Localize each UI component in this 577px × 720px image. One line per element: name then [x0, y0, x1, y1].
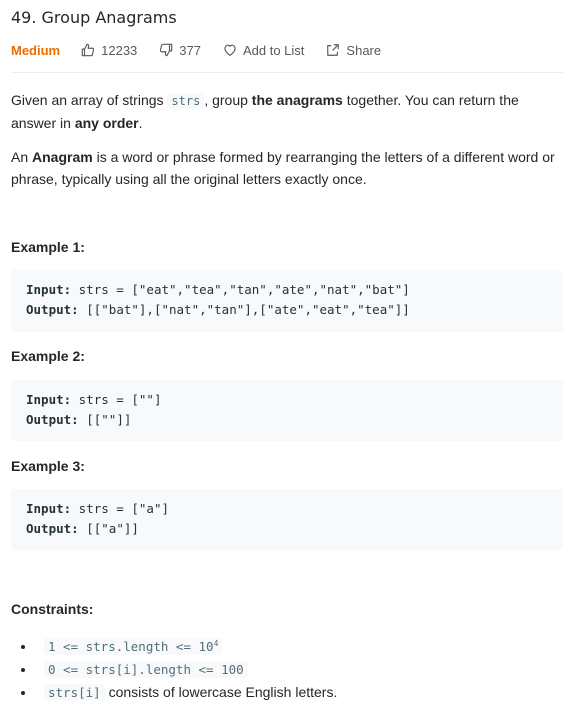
example-output-line: Output: [["bat"],["nat","tan"],["ate","e… — [26, 302, 410, 317]
description-paragraph-1: Given an array of strings strs, group th… — [11, 92, 519, 131]
thumbs-down-icon — [160, 43, 173, 57]
example-output-line: Output: [[""]] — [26, 412, 132, 427]
constraints-list: 1 <= strs.length <= 104 0 <= strs[i].len… — [11, 635, 337, 704]
like-button[interactable]: 12233 — [81, 43, 137, 58]
example-2-block: Input: strs = [""] Output: [[""]] — [11, 380, 563, 441]
dislike-count: 377 — [179, 42, 201, 58]
inline-code: 0 <= strs[i].length <= 100 — [44, 661, 248, 678]
example-input-line: Input: strs = ["a"] — [26, 501, 169, 516]
inline-code: strs[i] — [44, 684, 105, 701]
share-label: Share — [346, 42, 382, 58]
problem-title: 49. Group Anagrams — [11, 8, 177, 27]
share-button[interactable]: Share — [326, 43, 381, 58]
difficulty-badge: Medium — [11, 42, 61, 58]
example-input-line: Input: strs = [""] — [26, 392, 162, 407]
constraint-item: strs[i] consists of lowercase English le… — [36, 681, 337, 704]
example-input-line: Input: strs = ["eat","tea","tan","ate","… — [26, 282, 410, 297]
heart-icon — [224, 44, 236, 56]
thumbs-up-icon — [81, 43, 95, 57]
example-1-block: Input: strs = ["eat","tea","tan","ate","… — [11, 270, 563, 332]
inline-code: strs — [167, 93, 205, 109]
constraint-item: 1 <= strs.length <= 104 — [36, 635, 337, 658]
example-3-block: Input: strs = ["a"] Output: [["a"]] — [11, 489, 563, 550]
add-to-list-button[interactable]: Add to List — [223, 43, 304, 58]
share-icon — [327, 44, 340, 56]
inline-code: 1 <= strs.length <= 104 — [44, 638, 223, 655]
example-3-heading: Example 3: — [11, 458, 85, 474]
add-to-list-label: Add to List — [242, 42, 305, 58]
divider — [11, 72, 563, 73]
example-2-heading: Example 2: — [11, 348, 85, 364]
like-count: 12233 — [101, 42, 138, 58]
constraint-item: 0 <= strs[i].length <= 100 — [36, 658, 337, 681]
problem-meta-bar: Medium 12233 377 Add to List Share — [11, 40, 563, 60]
dislike-button[interactable]: 377 — [159, 43, 201, 58]
example-output-line: Output: [["a"]] — [26, 521, 139, 536]
example-1-heading: Example 1: — [11, 239, 85, 255]
constraints-heading: Constraints: — [11, 601, 94, 617]
description-paragraph-2: An Anagram is a word or phrase formed by… — [11, 149, 555, 187]
